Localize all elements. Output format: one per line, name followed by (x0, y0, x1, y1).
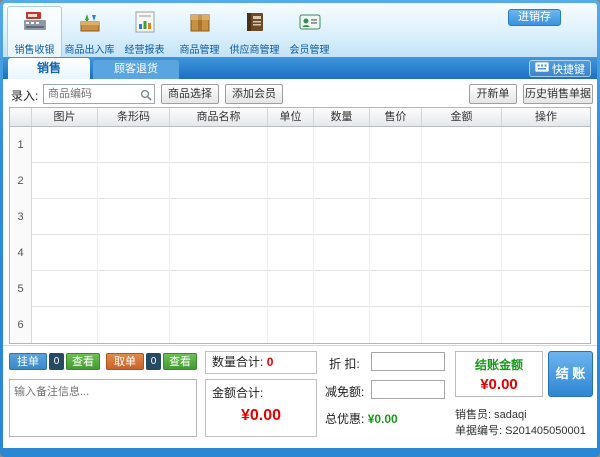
tab-sales[interactable]: 销售 (8, 58, 90, 79)
toolbar-item-stock-inout[interactable]: 商品出入库 (62, 6, 117, 58)
table-header-row: 图片 条形码 商品名称 单位 数量 售价 金额 操作 (10, 108, 590, 127)
cash-register-icon (22, 9, 48, 40)
inventory-button[interactable]: 进销存 (508, 9, 561, 26)
checkout-button[interactable]: 结 账 (548, 351, 593, 397)
shortcut-keys-button[interactable]: 快捷键 (529, 60, 591, 77)
hold-order-count-badge: 0 (49, 353, 64, 370)
product-code-input[interactable] (43, 84, 155, 104)
toolbar-label: 商品管理 (179, 45, 220, 56)
toolbar-item-products[interactable]: 商品管理 (172, 6, 227, 58)
toolbar-label: 会员管理 (289, 45, 330, 56)
table-row[interactable]: 2 (10, 163, 590, 199)
search-icon[interactable] (140, 88, 152, 101)
supplier-icon (242, 9, 268, 40)
column-header-barcode: 条形码 (98, 108, 170, 126)
shortcut-keys-label: 快捷键 (552, 63, 585, 76)
checkout-amount-label: 结账金额 (474, 358, 523, 372)
row-number: 3 (10, 199, 32, 235)
main-toolbar: 销售收银 商品出入库 经营报表 商品管理 供应商管理 会员管理 进销存 (3, 3, 597, 58)
row-number: 2 (10, 163, 32, 199)
keyboard-icon (535, 61, 549, 76)
column-header-operation: 操作 (535, 111, 557, 123)
stock-inout-icon (77, 9, 103, 40)
entry-label: 录入: (11, 89, 39, 103)
footer-divider (3, 345, 597, 346)
deduction-label: 减免额: (325, 385, 365, 399)
document-number-label: 单据编号: (455, 425, 503, 437)
column-header-image: 图片 (32, 108, 98, 126)
table-row[interactable]: 1 (10, 127, 590, 163)
row-number: 5 (10, 271, 32, 307)
new-order-button[interactable]: 开新单 (469, 84, 517, 104)
sales-items-table: 图片 条形码 商品名称 单位 数量 售价 金额 操作 1 2 3 4 5 6 (9, 107, 591, 344)
table-row[interactable]: 3 (10, 199, 590, 235)
checkout-amount-value: ¥0.00 (480, 376, 518, 393)
total-promo-value: ¥0.00 (367, 412, 398, 426)
table-row[interactable]: 6 (10, 307, 590, 343)
amount-total-box: 金额合计: ¥0.00 (205, 379, 317, 437)
toolbar-label: 商品出入库 (64, 45, 115, 56)
select-product-button[interactable]: 商品选择 (161, 84, 219, 104)
total-promo-line: 总优惠: ¥0.00 (325, 410, 398, 427)
quantity-total-label: 数量合计: (212, 355, 264, 369)
toolbar-item-sales-cashier[interactable]: 销售收银 (7, 6, 62, 58)
discount-input[interactable] (371, 352, 445, 371)
salesperson-label: 销售员: (455, 409, 492, 421)
column-header-amount: 金额 (422, 108, 502, 126)
column-header-unit: 单位 (268, 108, 314, 126)
hold-order-view-button[interactable]: 查看 (66, 353, 100, 370)
deduction-input[interactable] (371, 380, 445, 399)
row-number: 6 (10, 307, 32, 343)
document-number-line: 单据编号: S201405050001 (455, 422, 586, 438)
tab-customer-returns[interactable]: 顾客退货 (93, 60, 179, 79)
checkout-amount-box: 结账金额 ¥0.00 (455, 351, 543, 397)
hold-order-button[interactable]: 挂单 (9, 353, 47, 370)
column-header-quantity: 数量 (314, 108, 370, 126)
amount-total-value: ¥0.00 (240, 407, 282, 424)
toolbar-label: 经营报表 (124, 45, 165, 56)
row-number: 1 (10, 127, 32, 163)
toolbar-item-reports[interactable]: 经营报表 (117, 6, 172, 58)
table-corner-cell (10, 108, 32, 126)
quantity-total-box: 数量合计: 0 (205, 351, 317, 374)
document-number-value: S201405050001 (505, 425, 586, 437)
remark-input[interactable] (9, 379, 197, 437)
history-sales-button[interactable]: 历史销售单据 (523, 84, 593, 104)
salesperson-value: sadaqi (494, 409, 527, 421)
total-promo-label: 总优惠: (325, 412, 365, 426)
report-icon (132, 9, 158, 40)
toolbar-label: 销售收银 (14, 45, 55, 56)
app-window: 销售收银 商品出入库 经营报表 商品管理 供应商管理 会员管理 进销存 销售 顾… (0, 0, 600, 457)
row-number: 4 (10, 235, 32, 271)
retrieve-order-button[interactable]: 取单 (106, 353, 144, 370)
table-row[interactable]: 4 (10, 235, 590, 271)
tab-strip: 销售 顾客退货 快捷键 (3, 57, 597, 79)
content-area: 录入: 商品选择 添加会员 开新单 历史销售单据 图片 条形码 商品名称 单位 … (3, 79, 597, 448)
retrieve-order-view-button[interactable]: 查看 (163, 353, 197, 370)
toolbar-label: 供应商管理 (229, 45, 280, 56)
table-row[interactable]: 5 (10, 271, 590, 307)
salesperson-line: 销售员: sadaqi (455, 406, 527, 422)
add-member-button[interactable]: 添加会员 (225, 84, 283, 104)
column-header-product-name: 商品名称 (170, 108, 268, 126)
toolbar-item-members[interactable]: 会员管理 (282, 6, 337, 58)
product-box-icon (187, 9, 213, 40)
discount-label: 折 扣: (329, 357, 360, 371)
retrieve-order-count-badge: 0 (146, 353, 161, 370)
quantity-total-value: 0 (266, 355, 274, 369)
amount-total-label: 金额合计: (212, 386, 264, 400)
toolbar-item-suppliers[interactable]: 供应商管理 (227, 6, 282, 58)
column-header-price: 售价 (370, 108, 422, 126)
member-card-icon (297, 9, 323, 40)
